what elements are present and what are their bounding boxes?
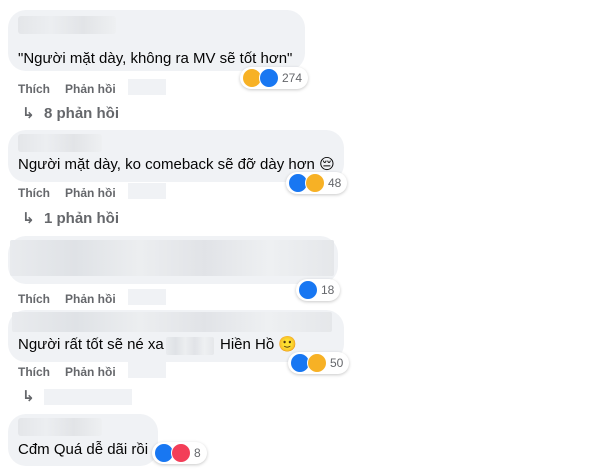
reaction-summary[interactable]: 274 — [240, 67, 309, 89]
reaction-count: 8 — [194, 446, 201, 460]
commenter-name-redacted[interactable] — [12, 312, 332, 332]
reaction-summary[interactable]: 18 — [296, 279, 341, 301]
haha-reaction-icon — [305, 173, 325, 193]
comment-text: Người mặt dày, ko comeback sẽ đỡ dày hơn… — [18, 156, 335, 173]
timestamp-redacted[interactable] — [128, 183, 166, 199]
reaction-count: 50 — [330, 356, 344, 370]
timestamp-redacted[interactable] — [128, 79, 166, 95]
reaction-summary[interactable]: 48 — [286, 172, 348, 194]
comment-text-part: Hiền Hồ 🙂 — [220, 336, 298, 353]
reply-link[interactable]: Phản hồi — [65, 82, 116, 96]
comment-text: Cđm Quá dễ dãi rồi — [18, 441, 149, 458]
reply-link[interactable]: Phản hồi — [65, 186, 116, 200]
timestamp-redacted[interactable] — [128, 289, 166, 305]
commenter-name-redacted[interactable] — [18, 418, 102, 436]
like-link[interactable]: Thích — [18, 82, 50, 96]
replies-label: 1 phản hồi — [44, 210, 119, 227]
reply-arrow-icon: ↳ — [22, 388, 35, 405]
reaction-count: 48 — [328, 176, 342, 190]
view-replies-link[interactable]: ↳ 1 phản hồi — [22, 209, 119, 227]
reaction-count: 18 — [321, 283, 335, 297]
comment-text-part: Người rất tốt sẽ né xa — [18, 336, 164, 353]
replies-label: 8 phản hồi — [44, 105, 119, 122]
reply-link[interactable]: Phản hồi — [65, 365, 116, 379]
like-link[interactable]: Thích — [18, 292, 50, 306]
like-reaction-icon — [298, 280, 318, 300]
like-link[interactable]: Thích — [18, 365, 50, 379]
reaction-count: 274 — [282, 71, 303, 85]
view-replies-link[interactable]: ↳ — [22, 387, 44, 405]
view-replies-link[interactable]: ↳ 8 phản hồi — [22, 104, 119, 122]
reaction-summary[interactable]: 8 — [152, 442, 207, 464]
like-reaction-icon — [259, 68, 279, 88]
like-link[interactable]: Thích — [18, 186, 50, 200]
reply-arrow-icon: ↳ — [22, 210, 35, 227]
comment-text: "Người mặt dày, không ra MV sẽ tốt hơn" — [18, 50, 293, 67]
comment-text-redacted — [10, 240, 334, 276]
haha-reaction-icon — [307, 353, 327, 373]
mention-redacted[interactable] — [166, 337, 214, 355]
reply-arrow-icon: ↳ — [22, 105, 35, 122]
commenter-name-redacted[interactable] — [18, 16, 116, 34]
replies-label-redacted[interactable] — [44, 389, 132, 405]
love-reaction-icon — [171, 443, 191, 463]
timestamp-redacted[interactable] — [128, 362, 166, 378]
reply-link[interactable]: Phản hồi — [65, 292, 116, 306]
commenter-name-redacted[interactable] — [18, 134, 102, 152]
reaction-summary[interactable]: 50 — [288, 352, 350, 374]
